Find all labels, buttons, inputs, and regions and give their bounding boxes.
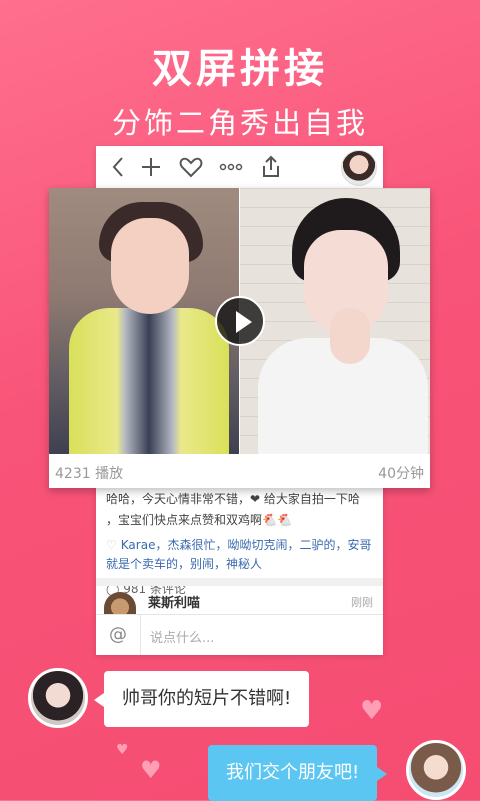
figure-jacket [69, 308, 229, 454]
top-toolbar [96, 146, 383, 189]
comment-input[interactable]: 说点什么... [150, 627, 214, 646]
heart-icon[interactable] [178, 154, 204, 180]
mention-button[interactable]: @ [96, 615, 141, 655]
chat-avatar-right[interactable] [406, 740, 466, 800]
hero-title: 双屏拼接 [152, 46, 328, 92]
divider [96, 578, 383, 586]
post-text-line1: 哈哈，今天心情非常不错，❤ 给大家自拍一下哈 [106, 492, 360, 506]
heart-decoration-icon: ♥ [116, 742, 129, 758]
commenter-name[interactable]: 莱斯利喵 [148, 592, 200, 611]
post-text-line2: ，宝宝们快点来点赞和双鸡啊🐔🐔 [106, 513, 292, 527]
plus-icon[interactable] [138, 154, 164, 180]
like-heart-icon: ♡ [106, 538, 117, 552]
video-panel[interactable]: 4231 播放 40分钟 [49, 188, 430, 488]
video-duration: 40分钟 [378, 466, 424, 482]
video-right-half [240, 188, 430, 454]
heart-decoration-icon: ♥ [140, 756, 162, 784]
video-left-half [49, 188, 239, 454]
hero-subtitle: 分饰二角秀出自我 [111, 106, 368, 140]
back-icon[interactable] [106, 154, 132, 180]
video-meta: 4231 播放 40分钟 [49, 454, 430, 488]
likes-names[interactable]: Karae，杰森很忙，呦呦切克闹，二驴的，安哥就是个卖车的，别闹，神秘人 [106, 538, 371, 571]
heart-decoration-icon: ♥ [360, 696, 384, 726]
figure-hand [330, 308, 370, 364]
share-icon[interactable] [258, 154, 284, 180]
more-icon[interactable] [218, 154, 244, 180]
chat-bubble-left: 帅哥你的短片不错啊! [93, 671, 310, 727]
chat-avatar-left[interactable] [28, 668, 88, 728]
likes-list[interactable]: ♡ Karae，杰森很忙，呦呦切克闹，二驴的，安哥就是个卖车的，别闹，神秘人 [106, 536, 373, 574]
play-icon[interactable] [215, 296, 265, 346]
user-avatar[interactable] [341, 150, 377, 186]
figure-face [111, 218, 189, 314]
play-count: 4231 播放 [55, 466, 124, 482]
comment-input-bar: @ 说点什么... [96, 614, 383, 655]
chat-bubble-right: 我们交个朋友吧! [208, 745, 388, 801]
comment-time: 刚刚 [351, 596, 373, 609]
